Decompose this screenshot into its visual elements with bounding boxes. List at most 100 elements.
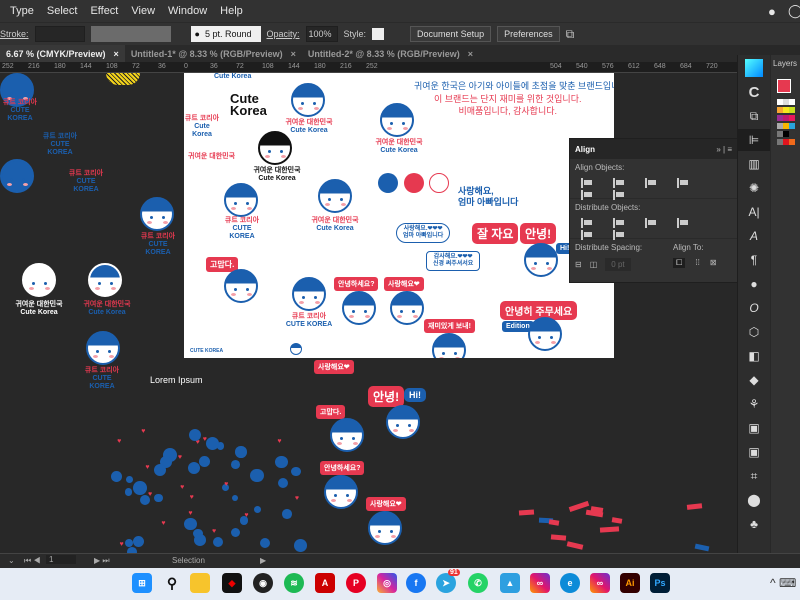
- horizontal-distribute-space-icon[interactable]: ◫: [590, 260, 598, 269]
- image-trace-icon[interactable]: ▣: [738, 417, 770, 439]
- 3d-icon[interactable]: ⬡: [738, 321, 770, 343]
- symbols-icon[interactable]: ⚘: [738, 393, 770, 415]
- opentype-icon[interactable]: O: [738, 297, 770, 319]
- msi-app-icon[interactable]: ◆: [222, 573, 242, 593]
- asset-export-icon[interactable]: ◆: [738, 369, 770, 391]
- cc-libraries-icon[interactable]: C: [738, 81, 770, 103]
- speech-bubble[interactable]: 고맙다.: [316, 405, 346, 419]
- tab-untitled-1[interactable]: Untitled-1* @ 8.33 % (RGB/Preview) ×: [125, 49, 302, 59]
- speech-bubble[interactable]: 사랑해요❤: [314, 360, 354, 374]
- speech-bubble[interactable]: 안녕하세요?: [334, 277, 379, 291]
- character-face[interactable]: [88, 263, 122, 297]
- speech-bubble[interactable]: 사랑해요❤: [384, 277, 424, 291]
- distribute-vertical-center-icon[interactable]: [613, 218, 625, 228]
- style-swatch[interactable]: [372, 28, 385, 40]
- character-styles-icon[interactable]: A: [738, 225, 770, 247]
- illustrator-icon[interactable]: Ai: [620, 573, 640, 593]
- gradient-icon[interactable]: ▥: [738, 153, 770, 175]
- show-hidden-icons-icon[interactable]: ^ ⌨: [770, 576, 796, 590]
- start-icon[interactable]: ⊞: [132, 573, 152, 593]
- character-face[interactable]: [380, 103, 414, 137]
- preferences-button[interactable]: Preferences: [497, 26, 560, 42]
- fill-swatch[interactable]: [777, 79, 791, 93]
- artboards-icon[interactable]: ◧: [738, 345, 770, 367]
- align-to-selection-icon[interactable]: ⁞⁞: [695, 258, 699, 268]
- instagram-icon[interactable]: ◎: [377, 573, 397, 593]
- paragraph-icon[interactable]: ¶: [738, 249, 770, 271]
- align-right-icon[interactable]: [645, 178, 657, 188]
- blue-swatch-circle[interactable]: [378, 173, 398, 193]
- align-vertical-center-icon[interactable]: [581, 190, 593, 200]
- character-face[interactable]: [86, 331, 120, 365]
- speech-bubble[interactable]: 잘 자요: [472, 223, 519, 244]
- creative-cloud-icon[interactable]: ∞: [530, 573, 550, 593]
- search-icon[interactable]: ⚲: [162, 573, 182, 593]
- align-horizontal-center-icon[interactable]: [613, 178, 625, 188]
- distribute-right-icon[interactable]: [613, 230, 625, 240]
- transparency-icon[interactable]: ●: [738, 273, 770, 295]
- speech-bubble[interactable]: 안녕!: [368, 386, 405, 407]
- vertical-distribute-space-icon[interactable]: ⊟: [575, 260, 582, 269]
- menu-view[interactable]: View: [131, 5, 155, 17]
- character-face[interactable]: [324, 475, 358, 509]
- creative-cloud-icon[interactable]: ∞: [590, 573, 610, 593]
- character-face[interactable]: [258, 131, 292, 165]
- navigator-icon[interactable]: ⬤: [738, 489, 770, 511]
- telegram-icon[interactable]: ➤ 91: [436, 569, 460, 593]
- character-face[interactable]: [140, 197, 174, 231]
- status-tool-label[interactable]: Selection: [172, 556, 205, 565]
- status-menu-icon[interactable]: ▶: [260, 556, 266, 565]
- character-face[interactable]: [386, 405, 420, 439]
- tab-document-active[interactable]: 6.67 % (CMYK/Preview) ×: [0, 45, 125, 62]
- brush-definition-dropdown[interactable]: ● 5 pt. Round: [190, 26, 261, 42]
- yellow-pattern-shape[interactable]: [106, 73, 140, 85]
- menu-help[interactable]: Help: [220, 5, 243, 17]
- spotify-icon[interactable]: ≋: [284, 573, 304, 593]
- acrobat-icon[interactable]: A: [315, 573, 335, 593]
- transform-icon[interactable]: ⌗: [738, 465, 770, 487]
- photoshop-icon[interactable]: Ps: [650, 573, 670, 593]
- opacity-input[interactable]: 100%: [305, 26, 338, 42]
- lorem-ipsum-text[interactable]: Lorem Ipsum: [150, 375, 203, 385]
- user-icon[interactable]: ●: [768, 4, 776, 19]
- character-face[interactable]: [528, 317, 562, 351]
- close-icon[interactable]: ×: [114, 49, 119, 59]
- next-artboard-icon[interactable]: ▶ ⏭: [94, 556, 110, 566]
- red-outline-circle[interactable]: [429, 173, 449, 193]
- menu-select[interactable]: Select: [47, 5, 78, 17]
- red-swatch-circle[interactable]: [404, 173, 424, 193]
- whatsapp-icon[interactable]: ✆: [468, 573, 488, 593]
- speech-bubble[interactable]: 사랑해요❤: [366, 497, 406, 511]
- character-face[interactable]: [524, 243, 558, 277]
- speech-bubble[interactable]: 안녕!: [520, 223, 557, 244]
- symbols-club-icon[interactable]: ♣: [738, 513, 770, 535]
- distribute-top-icon[interactable]: [581, 218, 593, 228]
- edge-icon[interactable]: e: [560, 573, 580, 593]
- zoom-dropdown-chevron-icon[interactable]: ⌄: [8, 556, 15, 565]
- align-left-icon[interactable]: [581, 178, 593, 188]
- character-face[interactable]: [342, 291, 376, 325]
- menu-effect[interactable]: Effect: [90, 5, 118, 17]
- distribute-bottom-icon[interactable]: [645, 218, 657, 228]
- links-icon[interactable]: ▣: [738, 441, 770, 463]
- character-face[interactable]: [224, 269, 258, 303]
- character-face[interactable]: [318, 179, 352, 213]
- spacing-input[interactable]: 0 pt: [605, 258, 631, 271]
- speech-bubble[interactable]: 재미있게 보내!: [424, 319, 475, 333]
- character-icon[interactable]: A|: [738, 201, 770, 223]
- character-face[interactable]: [22, 263, 56, 297]
- horizontal-ruler[interactable]: 252 216 180 144 108 72 36 0 36 72 108 14…: [0, 62, 737, 73]
- affinity-icon[interactable]: ▲: [500, 573, 520, 593]
- pathfinder-icon[interactable]: ⧉: [738, 105, 770, 127]
- menu-window[interactable]: Window: [168, 5, 207, 17]
- distribute-horizontal-center-icon[interactable]: [581, 230, 593, 240]
- stroke-weight-input[interactable]: [34, 26, 85, 42]
- distribute-left-icon[interactable]: [677, 218, 689, 228]
- align-bottom-icon[interactable]: [613, 190, 625, 200]
- character-face[interactable]: [292, 277, 326, 311]
- variable-width-profile[interactable]: [90, 26, 171, 42]
- obs-icon[interactable]: ◉: [253, 573, 273, 593]
- align-top-icon[interactable]: [677, 178, 689, 188]
- align-to-artboard-icon[interactable]: ⊠: [710, 258, 717, 268]
- character-face[interactable]: [368, 511, 402, 545]
